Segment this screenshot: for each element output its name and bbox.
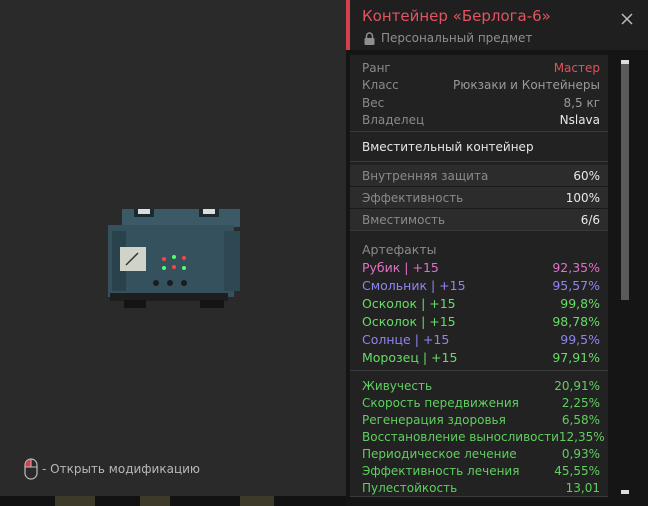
- details-scroll-area[interactable]: Ранг Мастер Класс Рюкзаки и Контейнеры В…: [350, 50, 608, 506]
- effects-section: Живучесть 20,91% Скорость передвижения 2…: [350, 371, 608, 497]
- artifact-row[interactable]: Морозец | +15 97,91%: [350, 348, 608, 366]
- artifact-name: Рубик | +15: [362, 259, 439, 275]
- details-scrollbar[interactable]: [614, 56, 636, 496]
- info-label: Вес: [362, 95, 385, 110]
- stat-row-capacity: Вместимость 6/6: [350, 208, 608, 230]
- effect-row: Эффективность лечения 45,55%: [350, 462, 608, 479]
- item-subtitle: Персональный предмет: [364, 30, 532, 46]
- info-label: Ранг: [362, 60, 391, 75]
- artifact-value: 97,91%: [552, 349, 600, 365]
- effect-value: 45,55%: [554, 463, 600, 478]
- artifact-name: Смольник | +15: [362, 277, 466, 293]
- effect-label: Периодическое лечение: [362, 446, 517, 461]
- stat-row-efficiency: Эффективность 100%: [350, 186, 608, 208]
- effect-value: 2,25%: [561, 395, 600, 410]
- scroll-down-arrow[interactable]: [621, 490, 629, 494]
- personal-item-label: Персональный предмет: [381, 31, 533, 45]
- effect-label: Эффективность лечения: [362, 463, 520, 478]
- effect-row: Пулестойкость 13,01: [350, 479, 608, 496]
- info-value: Рюкзаки и Контейнеры: [453, 78, 600, 93]
- effect-value: 20,91%: [554, 378, 600, 393]
- stat-value: 100%: [565, 190, 600, 205]
- effect-value: 13,01: [565, 480, 600, 495]
- effect-row: Регенерация здоровья 6,58%: [350, 411, 608, 428]
- info-value: Мастер: [553, 60, 600, 75]
- info-label: Владелец: [362, 113, 425, 128]
- info-row-weight: Вес 8,5 кг: [350, 94, 608, 112]
- close-icon[interactable]: [620, 12, 634, 26]
- info-row-owner: Владелец Nslava: [350, 112, 608, 130]
- artifact-value: 92,35%: [552, 259, 600, 275]
- inventory-thumb[interactable]: [240, 496, 274, 506]
- stat-value: 60%: [573, 168, 600, 183]
- effect-label: Восстановление выносливости: [362, 429, 559, 444]
- info-value: 8,5 кг: [563, 95, 600, 110]
- item-header: Контейнер «Берлога-6» Персональный предм…: [346, 0, 648, 50]
- info-row-class: Класс Рюкзаки и Контейнеры: [350, 77, 608, 95]
- inventory-thumb[interactable]: [55, 496, 95, 506]
- stat-value: 6/6: [580, 212, 600, 227]
- scrollbar-thumb[interactable]: [621, 64, 629, 300]
- effect-row: Живучесть 20,91%: [350, 377, 608, 394]
- effect-value: 6,58%: [561, 412, 600, 427]
- artifact-value: 99,5%: [560, 331, 600, 347]
- artifact-value: 99,8%: [560, 295, 600, 311]
- stat-label: Вместимость: [362, 212, 446, 227]
- artifact-name: Осколок | +15: [362, 313, 456, 329]
- artifacts-section: Артефакты Рубик | +15 92,35% Смольник | …: [350, 231, 608, 371]
- lock-icon: [364, 31, 375, 45]
- artifact-name: Солнце | +15: [362, 331, 450, 347]
- artifacts-heading: Артефакты: [362, 241, 437, 257]
- effect-row: Периодическое лечение 0,93%: [350, 445, 608, 462]
- item-description: Вместительный контейнер: [362, 140, 534, 154]
- effect-row: Скорость передвижения 2,25%: [350, 394, 608, 411]
- item-stats-section: Внутренняя защита 60% Эффективность 100%…: [350, 162, 608, 231]
- container-image[interactable]: [104, 205, 244, 310]
- info-label: Класс: [362, 78, 399, 93]
- effect-label: Пулестойкость: [362, 480, 458, 495]
- stat-label: Внутренняя защита: [362, 168, 489, 183]
- artifact-row[interactable]: Осколок | +15 99,8%: [350, 294, 608, 312]
- effect-value: 0,93%: [561, 446, 600, 461]
- artifact-value: 95,57%: [552, 277, 600, 293]
- mouse-icon: [24, 458, 38, 480]
- artifact-row[interactable]: Смольник | +15 95,57%: [350, 276, 608, 294]
- stat-label: Эффективность: [362, 190, 464, 205]
- effect-value: 12,35%: [558, 429, 605, 444]
- item-info-section: Ранг Мастер Класс Рюкзаки и Контейнеры В…: [350, 55, 608, 132]
- artifact-value: 98,78%: [552, 313, 600, 329]
- hint-text: - Открыть модификацию: [42, 462, 201, 476]
- artifact-name: Морозец | +15: [362, 349, 458, 365]
- info-row-rank: Ранг Мастер: [350, 59, 608, 77]
- item-title: Контейнер «Берлога-6»: [362, 7, 551, 25]
- artifact-row[interactable]: Рубик | +15 92,35%: [350, 258, 608, 276]
- effect-label: Живучесть: [362, 378, 433, 393]
- item-description-section: Вместительный контейнер: [350, 132, 608, 162]
- open-modification-hint[interactable]: - Открыть модификацию: [24, 458, 200, 480]
- effect-label: Регенерация здоровья: [362, 412, 506, 427]
- stat-row-protection: Внутренняя защита 60%: [350, 165, 608, 186]
- inventory-thumb[interactable]: [140, 496, 170, 506]
- artifact-row[interactable]: Солнце | +15 99,5%: [350, 330, 608, 348]
- artifact-row[interactable]: Осколок | +15 98,78%: [350, 312, 608, 330]
- info-value: Nslava: [559, 113, 600, 128]
- item-details-panel: Контейнер «Берлога-6» Персональный предм…: [346, 0, 648, 506]
- item-preview-area: - Открыть модификацию: [0, 0, 346, 506]
- effect-label: Скорость передвижения: [362, 395, 519, 410]
- effect-row: Восстановление выносливости 12,35%: [350, 428, 608, 445]
- artifact-name: Осколок | +15: [362, 295, 456, 311]
